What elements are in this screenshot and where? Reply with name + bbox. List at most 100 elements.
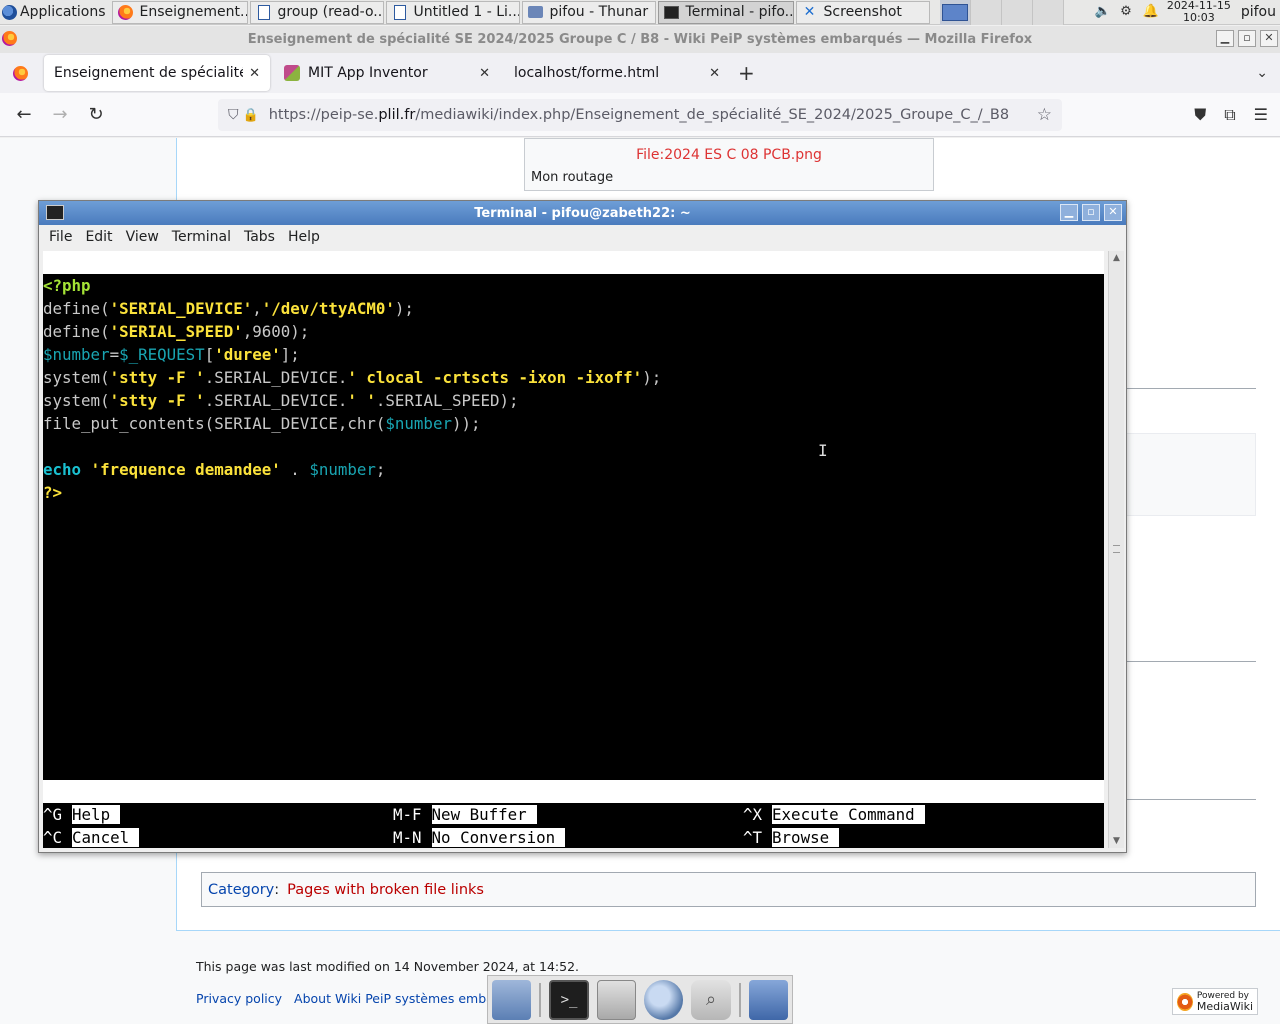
taskbar-item-terminal[interactable]: Terminal - pifo... [657,0,794,24]
workspace-2[interactable] [970,0,1002,25]
terminal-icon [664,4,680,20]
workspace-3[interactable] [1001,0,1033,25]
code-line: ?> [43,483,63,502]
tab-mit-app-inventor[interactable]: MIT App Inventor ✕ [274,55,500,91]
workspace-1[interactable] [939,0,971,25]
shortcut-cancel: ^C Cancel [43,826,140,849]
scroll-grip-icon[interactable] [1113,545,1120,553]
taskbar-item-label: Untitled 1 - Li... [413,4,520,20]
file-manager-icon[interactable] [596,979,637,1020]
web-browser-icon[interactable] [644,979,684,1020]
broken-file-link[interactable]: File:2024 ES C 08 PCB.png [525,147,933,163]
category-links: Category: Pages with broken file links [201,872,1256,907]
section-divider [1126,388,1256,389]
firefox-icon [118,4,134,20]
scroll-down-icon[interactable]: ▼ [1109,834,1124,848]
section-divider [1126,799,1256,800]
url-bar[interactable]: ⛉ 🔒 https://peip-se. plil.fr/mediawiki/in… [218,99,1062,131]
system-tray: 🔈 ⚙ 🔔 2024-11-15 10:03 pifou [1095,0,1280,24]
about-link[interactable]: About Wiki PeiP systèmes embar [294,991,499,1006]
terminal-icon [46,205,64,220]
shortcut-no-conversion: M-N No Conversion [393,826,566,849]
applications-label: Applications [20,4,106,20]
volume-icon[interactable]: 🔈 [1095,5,1111,19]
taskbar-item-label: Screenshot [823,4,902,20]
code-line: <?php [43,276,91,295]
user-menu[interactable]: pifou [1241,4,1276,20]
category-link[interactable]: Pages with broken file links [287,882,484,898]
dock-separator [539,982,542,1017]
applications-menu[interactable]: Applications [0,0,110,25]
back-button[interactable]: ← [6,104,42,125]
workspace-switcher[interactable] [939,0,1064,25]
menu-tabs[interactable]: Tabs [244,229,275,245]
close-tab-icon[interactable]: ✕ [709,66,720,81]
close-button[interactable]: ✕ [1260,30,1278,47]
notification-bell-icon[interactable]: 🔔 [1143,5,1159,19]
taskbar-item-firefox[interactable]: Enseignement... [111,0,248,24]
taskbar-item-libreoffice[interactable]: Untitled 1 - Li... [385,0,520,24]
category-label-link[interactable]: Category [208,882,274,898]
maximize-button[interactable]: ▫ [1082,204,1100,221]
menu-terminal[interactable]: Terminal [172,229,231,245]
reload-button[interactable]: ↻ [78,104,114,125]
document-icon [256,4,272,20]
close-tab-icon[interactable]: ✕ [479,66,490,81]
shortcut-browse: ^T Browse [743,826,840,849]
forward-button[interactable]: → [42,104,78,125]
screenshot-icon: ✕ [803,3,816,20]
firefox-view-icon[interactable] [12,65,28,81]
extensions-icon[interactable]: ⧉ [1224,105,1235,125]
prompt-text: File to insert [from ./]: [100,805,348,824]
scroll-up-icon[interactable]: ▲ [1109,251,1124,265]
nano-filename: /var/www/html/http2serial.php [454,299,730,318]
firefox-window-title: Enseignement de spécialité SE 2024/2025 … [247,32,1033,47]
tracking-shield-icon[interactable]: ⛉ [228,107,239,123]
last-modified: This page was last modified on 14 Novemb… [196,959,580,974]
powered-by-mediawiki-badge[interactable]: Powered by MediaWiki [1172,988,1258,1015]
hamburger-menu-icon[interactable]: ☰ [1254,105,1268,125]
desktop-icon[interactable] [492,979,532,1020]
folder-icon[interactable] [748,979,788,1020]
insert-file-prompt[interactable]: File to insert [from ./]: [43,780,1104,826]
close-tab-icon[interactable]: ✕ [249,66,260,81]
section-divider [1126,661,1256,662]
network-icon[interactable]: ⚙ [1119,5,1133,19]
menu-file[interactable]: File [49,229,72,245]
terminal-titlebar: Terminal - pifou@zabeth22: ~ ▁ ▫ ✕ [39,201,1126,225]
firefox-titlebar: Enseignement de spécialité SE 2024/2025 … [0,26,1280,53]
firefox-navbar: ← → ↻ ⛉ 🔒 https://peip-se. plil.fr/mediaw… [0,93,1280,137]
terminal-scrollbar[interactable]: ▲ ▼ [1108,251,1124,848]
image-thumbnail: File:2024 ES C 08 PCB.png Mon routage [524,138,934,191]
minimize-button[interactable]: ▁ [1216,30,1234,47]
bookmark-star-icon[interactable]: ☆ [1037,105,1052,125]
privacy-policy-link[interactable]: Privacy policy [196,991,282,1006]
minimize-button[interactable]: ▁ [1060,204,1078,221]
mediawiki-logo-icon [1177,992,1193,1011]
taskbar-item-group[interactable]: group (read-o... [249,0,384,24]
list-all-tabs-chevron-icon[interactable]: ⌄ [1256,65,1268,81]
menu-view[interactable]: View [126,229,159,245]
code-line: system('stty -F '.SERIAL_DEVICE.' '.SERI… [43,391,519,410]
taskbar-item-screenshot[interactable]: ✕ Screenshot [795,0,930,24]
terminal-screen[interactable]: GNU nano 7.2 /var/www/html/http2serial.p… [43,251,1104,848]
firefox-icon [2,31,17,46]
tab-label: MIT App Inventor [308,65,428,81]
menu-help[interactable]: Help [288,229,320,245]
tab-localhost-forme[interactable]: localhost/forme.html ✕ [504,55,730,91]
tab-enseignement[interactable]: Enseignement de spécialité ✕ [44,55,270,91]
taskbar-item-thunar[interactable]: pifou - Thunar [521,0,656,24]
close-button[interactable]: ✕ [1104,204,1122,221]
new-tab-button[interactable]: + [738,61,755,85]
workspace-4[interactable] [1032,0,1064,25]
menu-edit[interactable]: Edit [85,229,112,245]
clock[interactable]: 2024-11-15 10:03 [1167,0,1231,24]
maximize-button[interactable]: ▫ [1238,30,1256,47]
terminal-icon[interactable]: >_ [549,979,589,1020]
pocket-icon[interactable]: ⛊ [1194,105,1206,125]
dock-separator [738,982,741,1017]
lock-icon[interactable]: 🔒 [243,108,259,123]
clock-time: 10:03 [1183,11,1215,24]
app-finder-icon[interactable]: ⌕ [691,979,731,1020]
taskbar-item-label: Terminal - pifo... [685,4,794,20]
